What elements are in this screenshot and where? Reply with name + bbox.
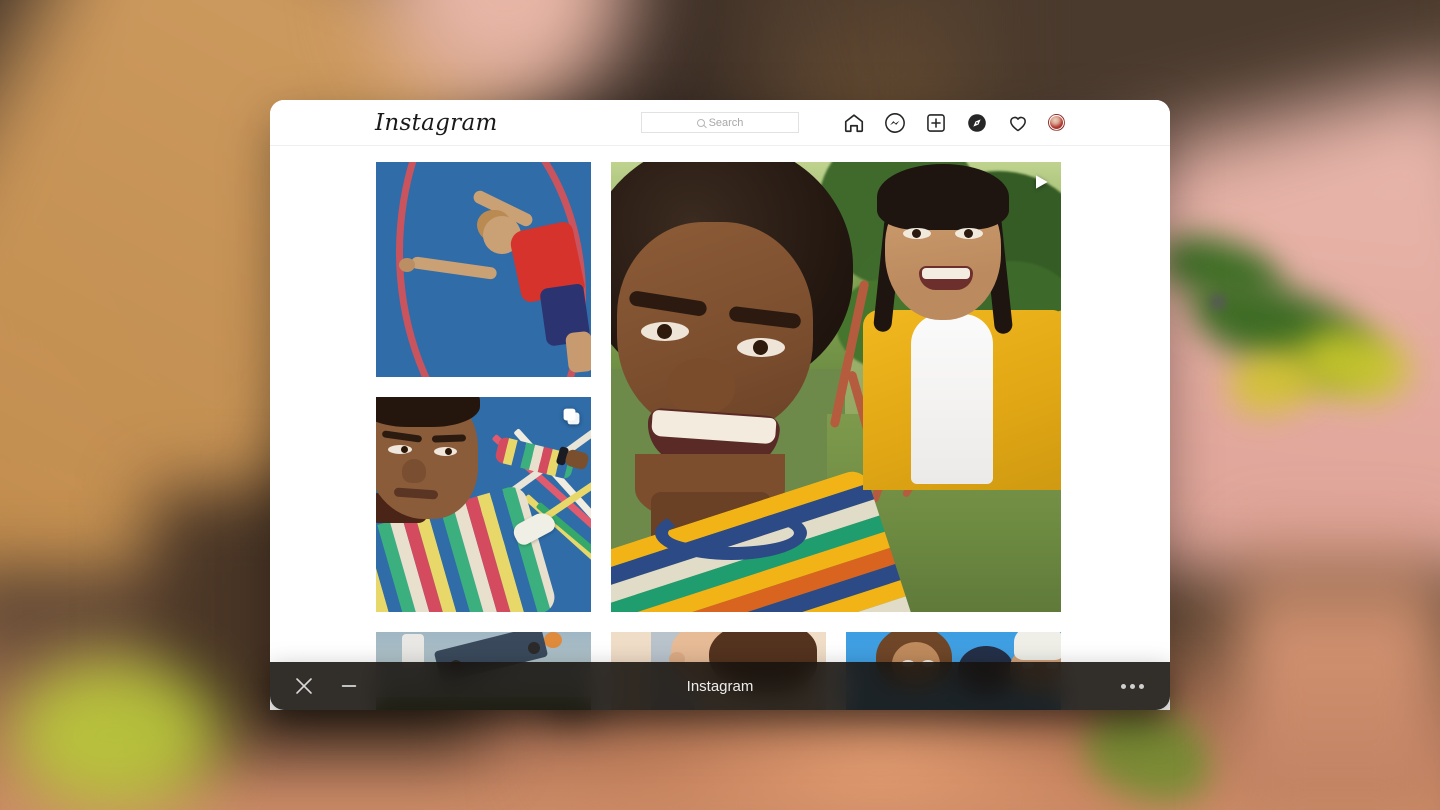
nav-icons [843, 112, 1065, 134]
window-taskbar: Instagram [270, 662, 1170, 710]
search-input[interactable]: Search [641, 112, 799, 133]
avatar[interactable] [1048, 114, 1065, 131]
more-options-icon[interactable] [1121, 684, 1144, 689]
search-icon [697, 119, 705, 127]
window-controls [292, 674, 360, 698]
post-grid [376, 162, 1064, 710]
home-icon[interactable] [843, 112, 865, 134]
background-right-wall [1240, 510, 1440, 810]
post-thumbnail [611, 162, 1061, 612]
taskbar-title: Instagram [687, 678, 754, 695]
close-icon[interactable] [292, 674, 316, 698]
post-tile-athlete-court[interactable] [376, 162, 591, 377]
minimize-icon[interactable] [338, 675, 360, 697]
messenger-icon[interactable] [884, 112, 906, 134]
background-foliage [10, 660, 220, 810]
post-tile-striped-portrait[interactable] [376, 397, 591, 612]
explore-icon[interactable] [966, 112, 988, 134]
feed-container[interactable] [270, 146, 1170, 710]
new-post-icon[interactable] [925, 112, 947, 134]
search-placeholder: Search [709, 117, 744, 129]
background-dot [1211, 295, 1225, 309]
carousel-icon [562, 407, 581, 431]
instagram-window: Instagram Search [270, 100, 1170, 710]
play-icon [1031, 172, 1051, 197]
activity-heart-icon[interactable] [1007, 112, 1029, 134]
post-tile-video-friends[interactable] [611, 162, 1061, 612]
instagram-logo[interactable]: Instagram [375, 110, 498, 136]
post-thumbnail [376, 162, 591, 377]
app-header: Instagram Search [270, 100, 1170, 146]
post-thumbnail [376, 397, 591, 612]
